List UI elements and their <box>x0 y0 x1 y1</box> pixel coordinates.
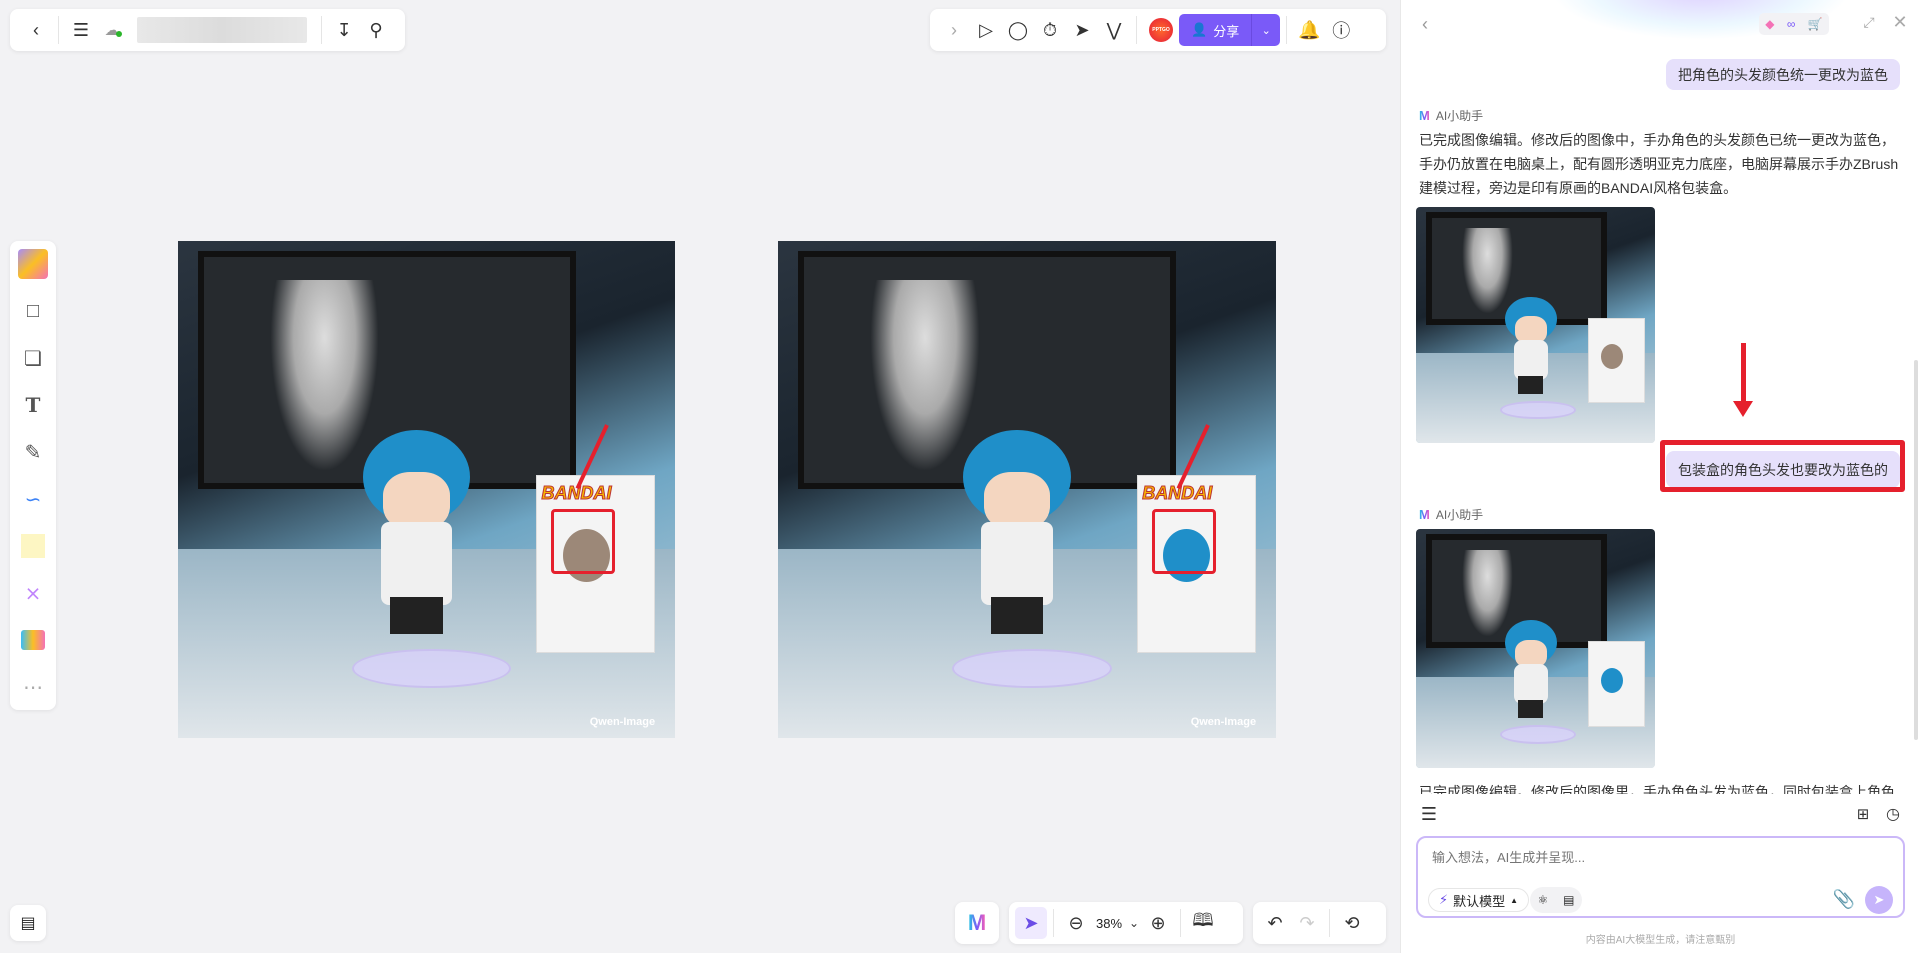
caret-up-icon: ▲ <box>1510 895 1519 905</box>
chat-image-result-2[interactable] <box>1416 529 1655 768</box>
mode-switch[interactable]: ⚛ ▤ <box>1530 887 1582 913</box>
divider <box>321 16 322 44</box>
assistant-name: AI小助手 <box>1435 508 1484 522</box>
divider <box>1053 909 1054 937</box>
send-button[interactable]: ➤ <box>1865 886 1893 914</box>
assistant-message-partial: 已完成图像编辑。修改后的图像里，手办角色头发为蓝色，同时包装盒上角色 <box>1419 784 1895 794</box>
history-icon[interactable]: ⟲ <box>1336 907 1368 939</box>
timer-icon[interactable]: ⏱ <box>1034 14 1066 46</box>
assistant-name: AI小助手 <box>1435 109 1484 123</box>
comment-icon[interactable]: ◯ <box>1002 14 1034 46</box>
play-icon[interactable]: ▷ <box>970 14 1002 46</box>
zoom-dropdown-icon[interactable]: ⌄ <box>1126 907 1142 939</box>
zoom-out-icon[interactable]: ⊖ <box>1060 907 1092 939</box>
expand-chevron-icon[interactable]: › <box>938 14 970 46</box>
close-icon[interactable]: ✕ <box>1884 6 1916 38</box>
history-toolbar: ↶ ↷ ⟲ <box>1253 902 1386 944</box>
divider <box>58 16 59 44</box>
canvas-image-edited[interactable]: BANDAI Qwen-Image <box>778 241 1276 738</box>
infinity-icon: ∞ <box>1786 17 1796 31</box>
avatar[interactable]: PPTGO <box>1149 18 1173 42</box>
ai-logo-icon: M <box>1419 507 1430 522</box>
figure <box>957 429 1077 639</box>
laser-pointer-icon[interactable]: ➤ <box>1066 14 1098 46</box>
back-icon[interactable]: ‹ <box>20 14 52 46</box>
lightning-icon: ⚡ <box>1439 892 1449 907</box>
frame-icon[interactable]: □ <box>18 296 48 326</box>
minimap-toggle-icon[interactable]: ▤ <box>10 905 46 941</box>
collab-toolbar: › ▷ ◯ ⏱ ➤ ⋁ PPTGO 👤 分享 ⌄ 🔔 ⓘ <box>930 9 1386 51</box>
chat-mode-icon[interactable]: ▤ <box>1563 893 1574 907</box>
more-chevrons-icon[interactable]: ⋁ <box>1098 14 1130 46</box>
disclaimer: 内容由AI大模型生成，请注意甄别 <box>1585 935 1736 946</box>
user-message: 把角色的头发颜色统一更改为蓝色 <box>1666 59 1900 90</box>
undo-icon[interactable]: ↶ <box>1259 907 1291 939</box>
pen-icon[interactable]: ✎ <box>18 437 48 467</box>
redo-icon[interactable]: ↷ <box>1291 907 1323 939</box>
menu-icon[interactable]: ☰ <box>65 14 97 46</box>
zoom-level[interactable]: 38% <box>1096 916 1122 931</box>
model-selector[interactable]: ⚡ 默认模型 ▲ <box>1428 888 1530 912</box>
chat-input[interactable] <box>1432 850 1872 865</box>
mindmap-icon[interactable]: ⨯ <box>18 578 48 608</box>
chat-input-box: ⚡默认模型▲ ⚛▤ 📎 ➤ <box>1416 836 1905 918</box>
history-icon[interactable]: ◷ <box>1877 798 1909 830</box>
connector-icon[interactable]: ∽ <box>18 484 48 514</box>
bell-icon[interactable]: 🔔 <box>1293 14 1325 46</box>
back-icon[interactable]: ‹ <box>1409 8 1441 40</box>
watermark: Qwen-Image <box>1190 716 1257 729</box>
agent-mode-icon[interactable]: ⚛ <box>1537 893 1548 907</box>
ai-assistant-button[interactable]: M <box>955 902 999 944</box>
assistant-message: 已完成图像编辑。修改后的图像中，手办角色的头发颜色已统一更改为蓝色，手办仍放置在… <box>1419 132 1899 196</box>
download-icon[interactable]: ↧ <box>328 14 360 46</box>
select-cursor-icon[interactable]: ➤ <box>1015 907 1047 939</box>
file-name-redacted[interactable] <box>137 17 307 43</box>
file-toolbar: ‹ ☰ ☁ ↧ ⚲ <box>10 9 405 51</box>
map-icon[interactable]: 🕮 <box>1187 907 1219 939</box>
templates-icon[interactable] <box>18 249 48 279</box>
chat-image-result-1[interactable] <box>1416 207 1655 443</box>
search-icon[interactable]: ⚲ <box>360 14 392 46</box>
add-user-icon: 👤 <box>1191 22 1208 37</box>
zoom-toolbar: ➤ ⊖ 38% ⌄ ⊕ 🕮 <box>1009 902 1243 944</box>
attach-icon[interactable]: 📎 <box>1828 883 1860 915</box>
model-label: 默认模型 <box>1453 893 1506 909</box>
credits-pill[interactable]: ◆ ∞ 🛒 <box>1759 13 1829 35</box>
divider <box>1329 909 1330 937</box>
divider <box>1286 16 1288 44</box>
left-toolbar: □ ❏ T ✎ ∽ ⨯ ⋯ <box>10 241 56 710</box>
cart-icon: 🛒 <box>1807 17 1823 31</box>
canvas-image-original[interactable]: BANDAI Qwen-Image <box>178 241 675 738</box>
figure <box>357 429 476 639</box>
gem-icon: ◆ <box>1765 17 1775 31</box>
scrollbar[interactable] <box>1914 360 1918 740</box>
divider <box>1136 16 1137 44</box>
annotation-highlight-box <box>1660 440 1905 492</box>
list-icon[interactable]: ☰ <box>1413 798 1445 830</box>
ai-logo-icon: M <box>1419 108 1430 123</box>
annotation-arrow <box>1733 343 1753 417</box>
share-dropdown-icon[interactable]: ⌄ <box>1252 24 1280 37</box>
acrylic-base <box>351 648 511 689</box>
share-label: 分享 <box>1213 23 1240 39</box>
sticky-note-icon[interactable] <box>18 531 48 561</box>
highlight-box <box>1151 509 1217 574</box>
collapse-icon[interactable]: ⤢ <box>1853 6 1885 38</box>
cards-icon[interactable] <box>18 625 48 655</box>
watermark: Qwen-Image <box>589 716 656 729</box>
panel-header: ‹ ◆ ∞ 🛒 ⤢ ✕ <box>1401 10 1920 40</box>
new-chat-icon[interactable]: ⊞ <box>1847 798 1879 830</box>
share-button[interactable]: 👤 分享 ⌄ <box>1179 14 1281 46</box>
assistant-label: M AI小助手 <box>1419 506 1483 523</box>
divider <box>1180 909 1182 937</box>
more-icon[interactable]: ⋯ <box>18 672 48 702</box>
cloud-sync-icon: ☁ <box>104 22 122 39</box>
assistant-label: M AI小助手 <box>1419 107 1483 124</box>
shapes-icon[interactable]: ❏ <box>18 343 48 373</box>
help-icon[interactable]: ⓘ <box>1325 14 1357 46</box>
acrylic-base <box>952 648 1112 689</box>
highlight-box <box>550 509 616 574</box>
text-icon[interactable]: T <box>18 390 48 420</box>
zoom-in-icon[interactable]: ⊕ <box>1142 907 1174 939</box>
